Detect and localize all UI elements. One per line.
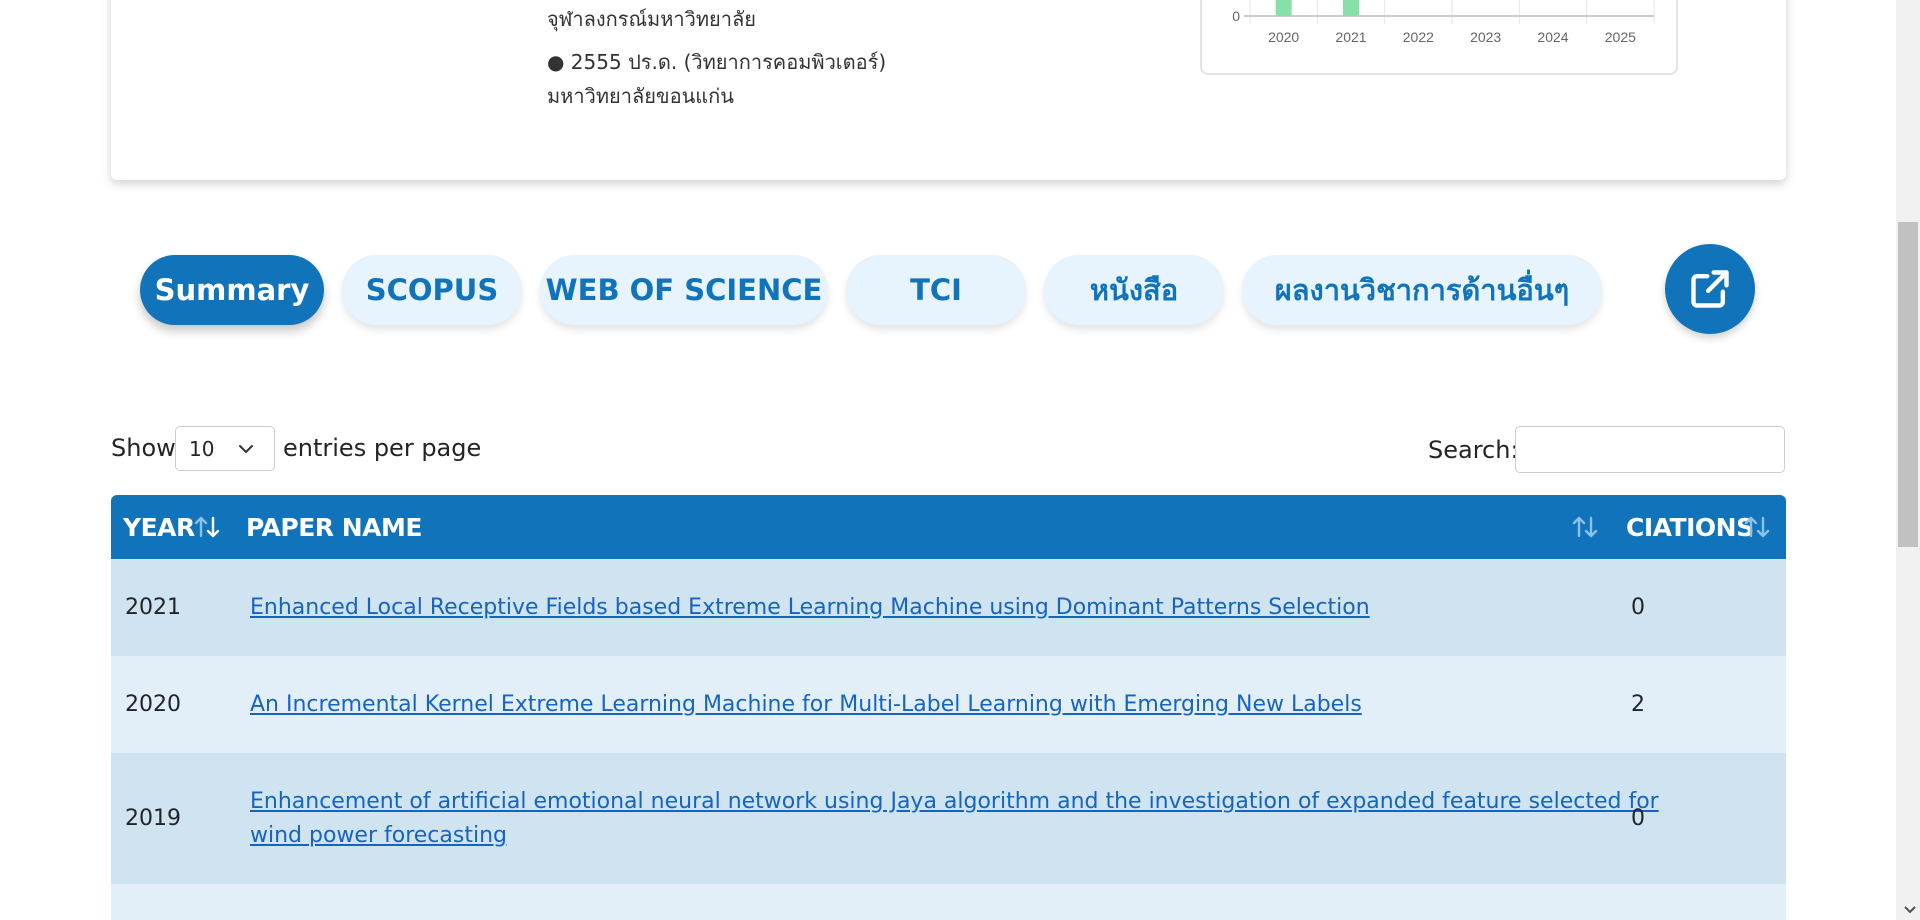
table-header: YEAR PAPER NAME CIATIONS [111, 495, 1786, 559]
table-row [111, 884, 1786, 920]
cell-year: 2019 [125, 806, 181, 831]
chart-x-tick-label: 2022 [1403, 29, 1434, 45]
entries-per-page-select[interactable]: 10 [175, 426, 275, 471]
scroll-down-arrow-icon[interactable] [1903, 905, 1917, 915]
cell-year: 2020 [125, 692, 181, 717]
chart-bar-2020 [1275, 0, 1292, 16]
tab-books[interactable]: หนังสือ [1044, 255, 1224, 325]
publication-chart-svg: 0 2020 2021 2022 2023 2024 2025 [1232, 0, 1655, 45]
tab-other-works[interactable]: ผลงานวิชาการด้านอื่นๆ [1242, 255, 1602, 325]
cell-paper-name: Enhanced Local Receptive Fields based Ex… [250, 559, 1700, 656]
paper-link[interactable]: Enhancement of artificial emotional neur… [250, 785, 1700, 853]
table-row: 2021 Enhanced Local Receptive Fields bas… [111, 559, 1786, 656]
chart-x-tick-label: 2021 [1335, 29, 1366, 45]
table-row: 2020 An Incremental Kernel Extreme Learn… [111, 656, 1786, 753]
table-row: 2019 Enhancement of artificial emotional… [111, 753, 1786, 884]
scrollbar-thumb[interactable] [1898, 222, 1918, 547]
cell-year: 2021 [125, 595, 181, 620]
education-degree-2: ● 2555 ปร.ด. (วิทยาการคอมพิวเตอร์) [547, 50, 887, 74]
chart-x-tick-label: 2024 [1537, 29, 1568, 45]
profile-card: จุฬาลงกรณ์มหาวิทยาลัย ● 2555 ปร.ด. (วิทย… [111, 0, 1786, 180]
chart-y-tick-label: 0 [1232, 8, 1240, 24]
publication-chart: 0 2020 2021 2022 2023 2024 2025 [1200, 0, 1678, 75]
paper-link[interactable]: Enhanced Local Receptive Fields based Ex… [250, 591, 1370, 625]
sort-icon[interactable] [1571, 514, 1599, 540]
cell-paper-name: An Incremental Kernel Extreme Learning M… [250, 656, 1700, 753]
sort-icon[interactable] [1743, 514, 1771, 540]
chevron-down-icon [239, 445, 253, 453]
entries-per-page-label: entries per page [283, 434, 482, 462]
search-label: Search: [1428, 436, 1519, 464]
external-link-icon [1691, 270, 1729, 308]
tab-scopus[interactable]: SCOPUS [342, 255, 522, 325]
cell-citations: 2 [1631, 692, 1645, 717]
column-header-year[interactable]: YEAR [123, 495, 195, 559]
sort-icon[interactable] [193, 514, 221, 540]
column-header-paper-name[interactable]: PAPER NAME [246, 495, 422, 559]
column-header-citations[interactable]: CIATIONS [1626, 495, 1754, 559]
education-institution-2: มหาวิทยาลัยขอนแก่น [547, 84, 734, 108]
cell-citations: 0 [1631, 806, 1645, 831]
tab-summary[interactable]: Summary [140, 255, 324, 325]
chart-bar-2021 [1343, 0, 1359, 16]
tab-web-of-science[interactable]: WEB OF SCIENCE [540, 255, 828, 325]
entries-per-page-value: 10 [189, 436, 215, 461]
show-label: Show [111, 434, 176, 462]
cell-citations: 0 [1631, 595, 1645, 620]
publications-table: YEAR PAPER NAME CIATIONS 2021 Enhanced L… [111, 495, 1786, 920]
page: จุฬาลงกรณ์มหาวิทยาลัย ● 2555 ปร.ด. (วิทย… [0, 0, 1920, 920]
chart-x-tick-label: 2023 [1470, 29, 1501, 45]
cell-paper-name: Enhancement of artificial emotional neur… [250, 753, 1700, 884]
search-input[interactable] [1515, 426, 1785, 473]
export-button[interactable] [1665, 244, 1755, 334]
chart-x-tick-label: 2020 [1268, 29, 1299, 45]
education-institution-1: จุฬาลงกรณ์มหาวิทยาลัย [547, 7, 756, 31]
chart-x-tick-label: 2025 [1605, 29, 1636, 45]
tab-tci[interactable]: TCI [846, 255, 1026, 325]
paper-link[interactable]: An Incremental Kernel Extreme Learning M… [250, 688, 1362, 722]
